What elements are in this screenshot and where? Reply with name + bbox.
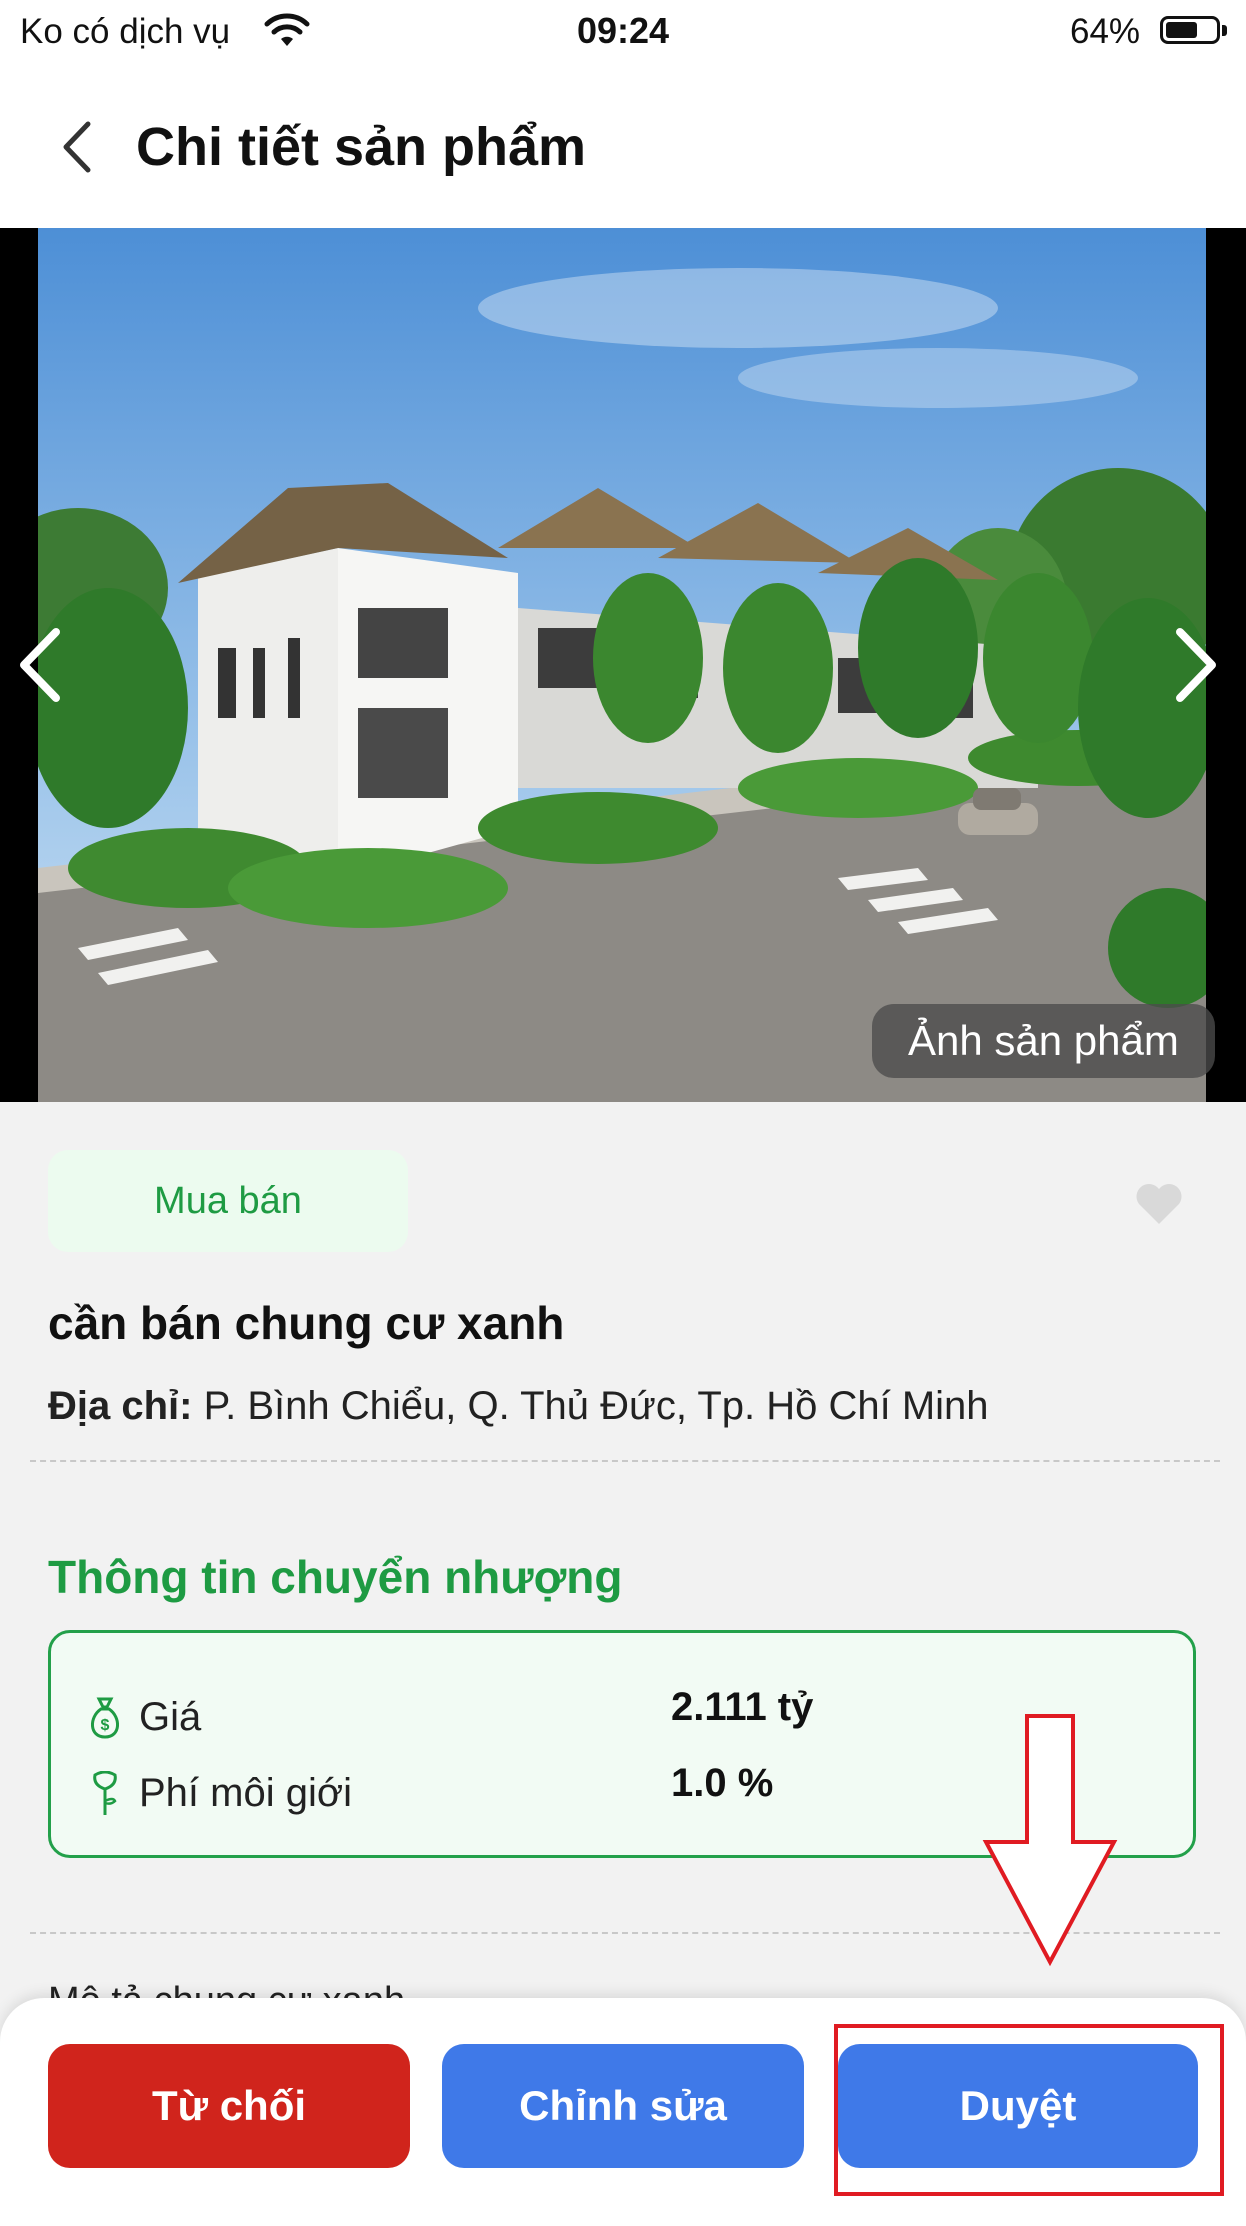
product-title: cần bán chung cư xanh bbox=[48, 1297, 565, 1349]
product-image-carousel[interactable] bbox=[0, 228, 1246, 1102]
previous-image-button[interactable] bbox=[12, 620, 72, 710]
commission-label: Phí môi giới bbox=[139, 1771, 352, 1815]
price-value: 2.111 tỷ bbox=[671, 1685, 814, 1729]
chevron-left-icon bbox=[20, 628, 60, 702]
edit-button[interactable]: Chỉnh sửa bbox=[442, 2044, 804, 2168]
down-arrow-annotation bbox=[980, 1712, 1120, 1987]
section-title: Thông tin chuyển nhượng bbox=[48, 1551, 623, 1603]
battery-level bbox=[1166, 22, 1197, 38]
product-address: Địa chỉ: P. Bình Chiểu, Q. Thủ Đức, Tp. … bbox=[48, 1384, 989, 1429]
category-tag: Mua bán bbox=[48, 1150, 408, 1252]
battery-percent: 64% bbox=[1070, 12, 1141, 51]
favorite-button[interactable] bbox=[1134, 1182, 1184, 1231]
address-label: Địa chỉ: bbox=[48, 1384, 193, 1428]
chevron-left-icon bbox=[63, 121, 91, 173]
image-caption: Ảnh sản phẩm bbox=[872, 1004, 1215, 1078]
clock: 09:24 bbox=[576, 10, 670, 51]
back-button[interactable] bbox=[52, 112, 112, 182]
divider bbox=[30, 1460, 1220, 1462]
svg-text:$: $ bbox=[101, 1717, 110, 1734]
battery-cap bbox=[1222, 25, 1227, 36]
rose-icon bbox=[89, 1770, 121, 1822]
highlight-box bbox=[834, 2024, 1224, 2196]
page-title: Chi tiết sản phẩm bbox=[136, 117, 587, 177]
heart-icon bbox=[1136, 1184, 1182, 1224]
commission-value: 1.0 % bbox=[671, 1761, 774, 1805]
address-value: P. Bình Chiểu, Q. Thủ Đức, Tp. Hồ Chí Mi… bbox=[203, 1384, 989, 1428]
battery-icon bbox=[1160, 16, 1220, 44]
money-bag-icon: $ bbox=[87, 1695, 123, 1746]
reject-button[interactable]: Từ chối bbox=[48, 2044, 410, 2168]
chevron-right-icon bbox=[1176, 628, 1216, 702]
price-label: Giá bbox=[139, 1695, 202, 1739]
next-image-button[interactable] bbox=[1164, 620, 1224, 710]
product-photo bbox=[38, 228, 1206, 1102]
